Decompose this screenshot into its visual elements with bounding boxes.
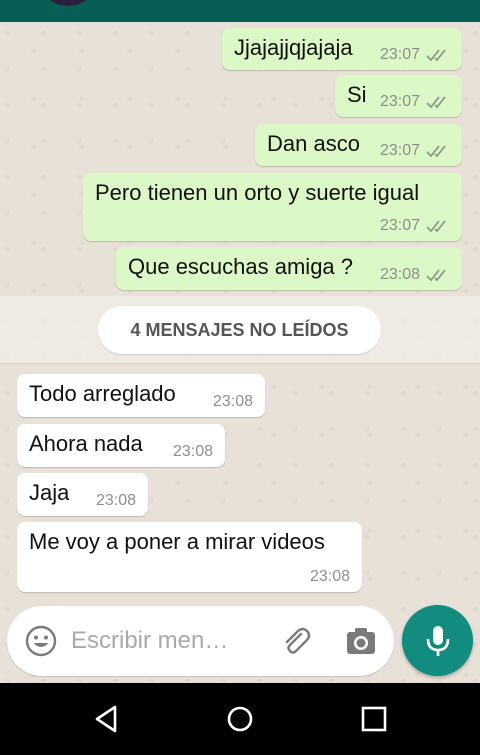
message-time: 23:07	[379, 93, 420, 110]
message-time: 23:08	[212, 393, 253, 410]
message-time: 23:07	[379, 217, 420, 234]
message-text: Todo arreglado	[29, 381, 176, 406]
message-composer	[7, 606, 394, 676]
message-bubble-outgoing[interactable]: Jjajajjqjajaja 23:07	[222, 28, 462, 70]
message-text: Jaja	[29, 480, 70, 505]
emoji-icon[interactable]	[25, 625, 57, 657]
message-time: 23:07	[379, 142, 420, 159]
chat-header	[0, 0, 480, 22]
message-time: 23:07	[379, 46, 420, 63]
message-bubble-incoming[interactable]: Ahora nada 23:08	[17, 424, 225, 467]
message-bubble-outgoing[interactable]: Si 23:07	[335, 75, 462, 117]
message-time: 23:08	[379, 266, 420, 283]
message-bubble-outgoing[interactable]: Dan asco 23:07	[255, 124, 462, 166]
message-time: 23:08	[309, 568, 350, 585]
message-input[interactable]	[71, 624, 261, 658]
back-triangle-icon[interactable]	[91, 703, 123, 735]
microphone-icon	[426, 625, 449, 656]
double-check-icon	[426, 145, 446, 158]
message-text: Pero tienen un orto y suerte igual	[95, 180, 420, 205]
voice-record-button[interactable]	[402, 605, 473, 676]
camera-icon[interactable]	[345, 626, 377, 656]
message-bubble-outgoing[interactable]: Pero tienen un orto y suerte igual 23:07	[83, 173, 462, 241]
message-text: Que escuchas amiga ?	[128, 254, 354, 279]
message-text: Dan asco	[267, 131, 360, 156]
message-bubble-incoming[interactable]: Todo arreglado 23:08	[17, 374, 265, 417]
chat-area[interactable]: Jjajajjqjajaja 23:07 Si 23:07 Dan asco 2…	[0, 22, 480, 682]
message-bubble-incoming[interactable]: Jaja 23:08	[17, 473, 148, 516]
double-check-icon	[426, 96, 446, 109]
home-circle-icon[interactable]	[224, 703, 256, 735]
double-check-icon	[426, 220, 446, 233]
message-bubble-outgoing[interactable]: Que escuchas amiga ? 23:08	[116, 247, 462, 290]
message-time: 23:08	[95, 492, 136, 509]
message-text: Me voy a poner a mirar videos	[29, 529, 325, 554]
message-time: 23:08	[172, 443, 213, 460]
message-text: Ahora nada	[29, 431, 143, 456]
double-check-icon	[426, 269, 446, 282]
message-text: Jjajajjqjajaja	[234, 35, 353, 60]
unread-messages-banner: 4 MENSAJES NO LEÍDOS	[98, 306, 381, 354]
paperclip-icon[interactable]	[279, 624, 313, 658]
android-navigation-bar	[0, 683, 480, 755]
double-check-icon	[426, 49, 446, 62]
message-bubble-incoming[interactable]: Me voy a poner a mirar videos 23:08	[17, 522, 362, 592]
contact-avatar[interactable]	[46, 0, 90, 6]
message-text: Si	[347, 82, 367, 107]
recents-square-icon[interactable]	[358, 703, 390, 735]
